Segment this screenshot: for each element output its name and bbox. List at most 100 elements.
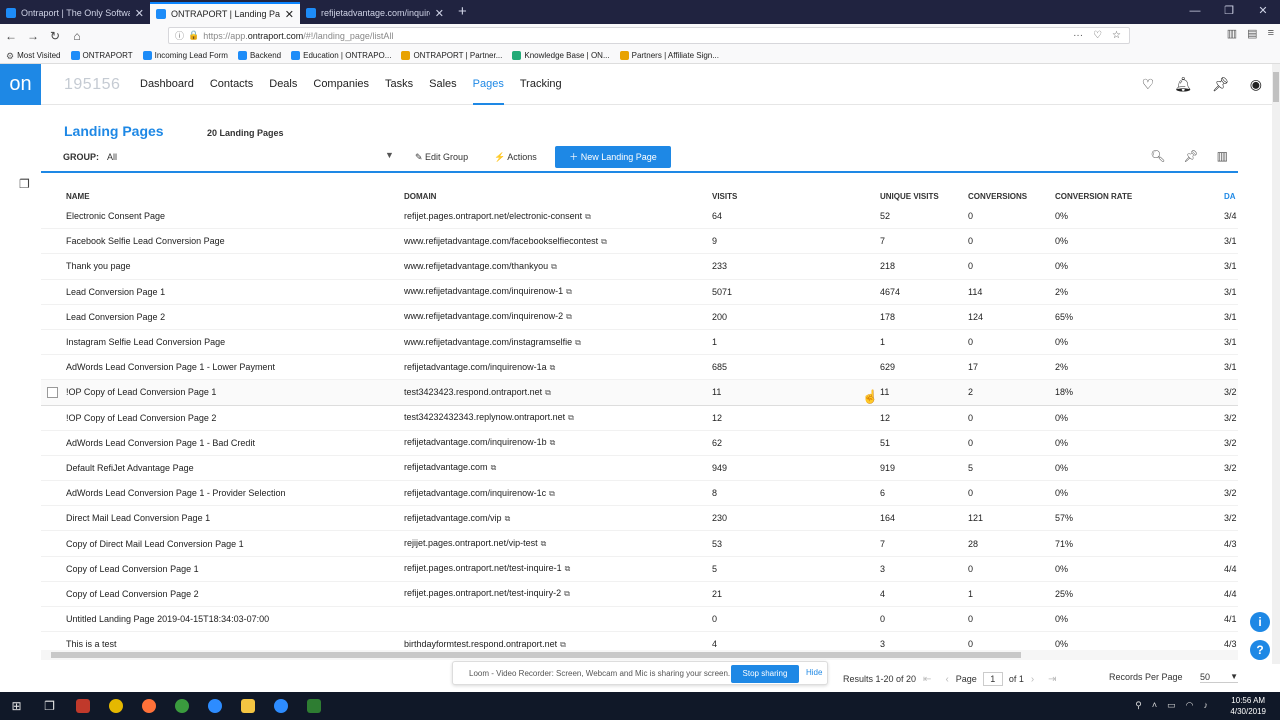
- chrome-icon[interactable]: [99, 692, 132, 720]
- landing-page-domain[interactable]: rejijet.pages.ontraport.net/vip-test ⧉: [404, 538, 546, 549]
- landing-page-name[interactable]: Thank you page: [66, 261, 131, 271]
- actions-button[interactable]: ⚡ Actions: [494, 152, 537, 163]
- new-landing-page-button[interactable]: ＋ New Landing Page: [555, 146, 671, 168]
- landing-page-domain[interactable]: refijet.pages.ontraport.net/electronic-c…: [404, 211, 591, 222]
- column-header-date[interactable]: DA: [1224, 192, 1236, 201]
- landing-page-domain[interactable]: refijetadvantage.com/inquirenow-1c ⧉: [404, 488, 555, 499]
- zoom-icon[interactable]: [264, 692, 297, 720]
- table-row[interactable]: AdWords Lead Conversion Page 1 - Provide…: [41, 481, 1238, 507]
- external-link-icon[interactable]: ⧉: [505, 514, 511, 523]
- external-link-icon[interactable]: ⧉: [541, 539, 547, 548]
- bookmark-incoming-lead-form[interactable]: Incoming Lead Form: [142, 50, 228, 60]
- last-page-icon[interactable]: ⇥: [1048, 674, 1056, 685]
- zoom-icon[interactable]: [198, 692, 231, 720]
- nav-pages[interactable]: Pages: [473, 64, 504, 105]
- table-row[interactable]: Lead Conversion Page 2 www.refijetadvanta…: [41, 305, 1238, 330]
- landing-page-name[interactable]: !OP Copy of Lead Conversion Page 2: [66, 413, 216, 423]
- table-row[interactable]: AdWords Lead Conversion Page 1 - Lower P…: [41, 355, 1238, 381]
- menu-icon[interactable]: ≡: [1268, 27, 1274, 40]
- external-link-icon[interactable]: ⧉: [585, 212, 591, 221]
- external-link-icon[interactable]: ⧉: [560, 640, 566, 649]
- page-input[interactable]: 1: [982, 672, 1003, 686]
- table-row[interactable]: Copy of Lead Conversion Page 1 refijet.pa…: [41, 557, 1238, 582]
- people-icon[interactable]: ⚲: [1135, 700, 1142, 711]
- landing-page-domain[interactable]: birthdayformtest.respond.ontraport.net ⧉: [404, 639, 566, 650]
- page-scrollbar[interactable]: [1272, 64, 1280, 664]
- table-row[interactable]: Electronic Consent Page refijet.pages.ont…: [41, 204, 1238, 230]
- browser-tab-landing-pages[interactable]: ONTRAPORT | Landing Pages ✕: [150, 2, 300, 24]
- records-per-page-select[interactable]: 50 ▼: [1200, 672, 1238, 683]
- landing-page-name[interactable]: Default RefiJet Advantage Page: [66, 463, 194, 473]
- group-selector[interactable]: GROUP: All: [63, 152, 117, 162]
- pin-icon[interactable]: 📌︎: [1212, 76, 1230, 93]
- bookmark-ontraport[interactable]: ONTRAPORT: [70, 50, 133, 60]
- bookmark-knowledge-base[interactable]: Knowledge Base | ON...: [512, 50, 610, 60]
- landing-page-name[interactable]: AdWords Lead Conversion Page 1 - Bad Cre…: [66, 438, 255, 448]
- table-row[interactable]: Lead Conversion Page 1 www.refijetadvanta…: [41, 280, 1238, 305]
- landing-page-domain[interactable]: www.refijetadvantage.com/facebookselfiec…: [404, 236, 607, 247]
- question-help-icon[interactable]: ?: [1250, 640, 1270, 660]
- nav-deals[interactable]: Deals: [269, 64, 297, 105]
- column-header-visits[interactable]: VISITS: [712, 192, 737, 201]
- landing-page-name[interactable]: Lead Conversion Page 2: [66, 312, 165, 322]
- row-checkbox[interactable]: [47, 386, 58, 398]
- wifi-icon[interactable]: ◠: [1186, 700, 1194, 711]
- table-row[interactable]: Facebook Selfie Lead Conversion Page www.…: [41, 229, 1238, 255]
- external-link-icon[interactable]: ⧉: [566, 312, 572, 321]
- search-icon[interactable]: 🔍︎: [1150, 149, 1165, 163]
- landing-page-name[interactable]: Direct Mail Lead Conversion Page 1: [66, 513, 210, 523]
- hide-button[interactable]: Hide: [806, 668, 822, 677]
- close-tab-icon[interactable]: ✕: [135, 7, 144, 20]
- info-icon[interactable]: ⓘ: [175, 29, 184, 42]
- battery-icon[interactable]: ▭: [1167, 700, 1176, 711]
- browser-tab-refijet[interactable]: refijetadvantage.com/inquiren ✕: [300, 2, 450, 24]
- bookmark-most-visited[interactable]: ⚙ Most Visited: [6, 51, 61, 61]
- reload-icon[interactable]: ↻: [44, 29, 66, 43]
- new-tab-button[interactable]: +: [450, 2, 475, 24]
- edit-group-button[interactable]: ✎ Edit Group: [415, 152, 468, 163]
- landing-page-name[interactable]: AdWords Lead Conversion Page 1 - Lower P…: [66, 362, 275, 372]
- url-bar[interactable]: ⓘ 🔒 https://app.ontraport.com/#!/landing…: [168, 27, 1130, 44]
- nav-tasks[interactable]: Tasks: [385, 64, 413, 105]
- column-header-name[interactable]: NAME: [66, 192, 90, 201]
- landing-page-domain[interactable]: test3423423.respond.ontraport.net ⧉: [404, 387, 551, 398]
- heart-icon[interactable]: ♡: [1142, 76, 1155, 93]
- landing-page-name[interactable]: Lead Conversion Page 1: [66, 287, 165, 297]
- maximize-icon[interactable]: ❐: [1212, 0, 1246, 22]
- bookmark-backend[interactable]: Backend: [237, 50, 281, 60]
- table-row[interactable]: !OP Copy of Lead Conversion Page 2 test34…: [41, 406, 1238, 431]
- external-link-icon[interactable]: ⧉: [568, 413, 574, 422]
- landing-page-name[interactable]: !OP Copy of Lead Conversion Page 1: [66, 387, 216, 397]
- landing-page-domain[interactable]: www.refijetadvantage.com/thankyou ⧉: [404, 261, 557, 272]
- stop-sharing-button[interactable]: Stop sharing: [731, 665, 799, 683]
- task-view-icon[interactable]: ❐: [33, 692, 66, 720]
- nav-contacts[interactable]: Contacts: [210, 64, 253, 105]
- chevron-up-icon[interactable]: ˄: [1152, 700, 1157, 711]
- table-row[interactable]: AdWords Lead Conversion Page 1 - Bad Cre…: [41, 431, 1238, 456]
- landing-page-name[interactable]: Copy of Lead Conversion Page 2: [66, 589, 199, 599]
- landing-page-domain[interactable]: test34232432343.replynow.ontraport.net ⧉: [404, 412, 574, 423]
- account-icon[interactable]: ◉: [1250, 76, 1262, 93]
- landing-page-domain[interactable]: refijetadvantage.com ⧉: [404, 462, 496, 473]
- nav-dashboard[interactable]: Dashboard: [140, 64, 194, 105]
- external-link-icon[interactable]: ⧉: [575, 338, 581, 347]
- side-panel-toggle-icon[interactable]: ❐: [19, 177, 35, 193]
- external-link-icon[interactable]: ⧉: [565, 564, 571, 573]
- table-row[interactable]: Copy of Direct Mail Lead Conversion Page…: [41, 531, 1238, 557]
- external-link-icon[interactable]: ⧉: [491, 463, 497, 472]
- next-page-icon[interactable]: ›: [1031, 674, 1034, 685]
- landing-page-name[interactable]: Copy of Lead Conversion Page 1: [66, 564, 199, 574]
- external-link-icon[interactable]: ⧉: [550, 438, 556, 447]
- columns-icon[interactable]: ▥: [1217, 149, 1228, 163]
- chrome-icon[interactable]: [165, 692, 198, 720]
- bookmark-partners-affiliate[interactable]: Partners | Affiliate Sign...: [619, 50, 719, 60]
- close-tab-icon[interactable]: ✕: [435, 7, 444, 20]
- landing-page-name[interactable]: Instagram Selfie Lead Conversion Page: [66, 337, 225, 347]
- table-row[interactable]: This is a test birthdayformtest.respond.o…: [41, 632, 1238, 650]
- landing-page-domain[interactable]: www.refijetadvantage.com/instagramselfie…: [404, 337, 581, 348]
- back-icon[interactable]: ←: [0, 29, 22, 43]
- app-icon[interactable]: [297, 692, 330, 720]
- landing-page-name[interactable]: Copy of Direct Mail Lead Conversion Page…: [66, 539, 244, 549]
- landing-page-domain[interactable]: refijet.pages.ontraport.net/test-inquire…: [404, 563, 570, 574]
- table-row[interactable]: Thank you page www.refijetadvantage.com/t…: [41, 254, 1238, 280]
